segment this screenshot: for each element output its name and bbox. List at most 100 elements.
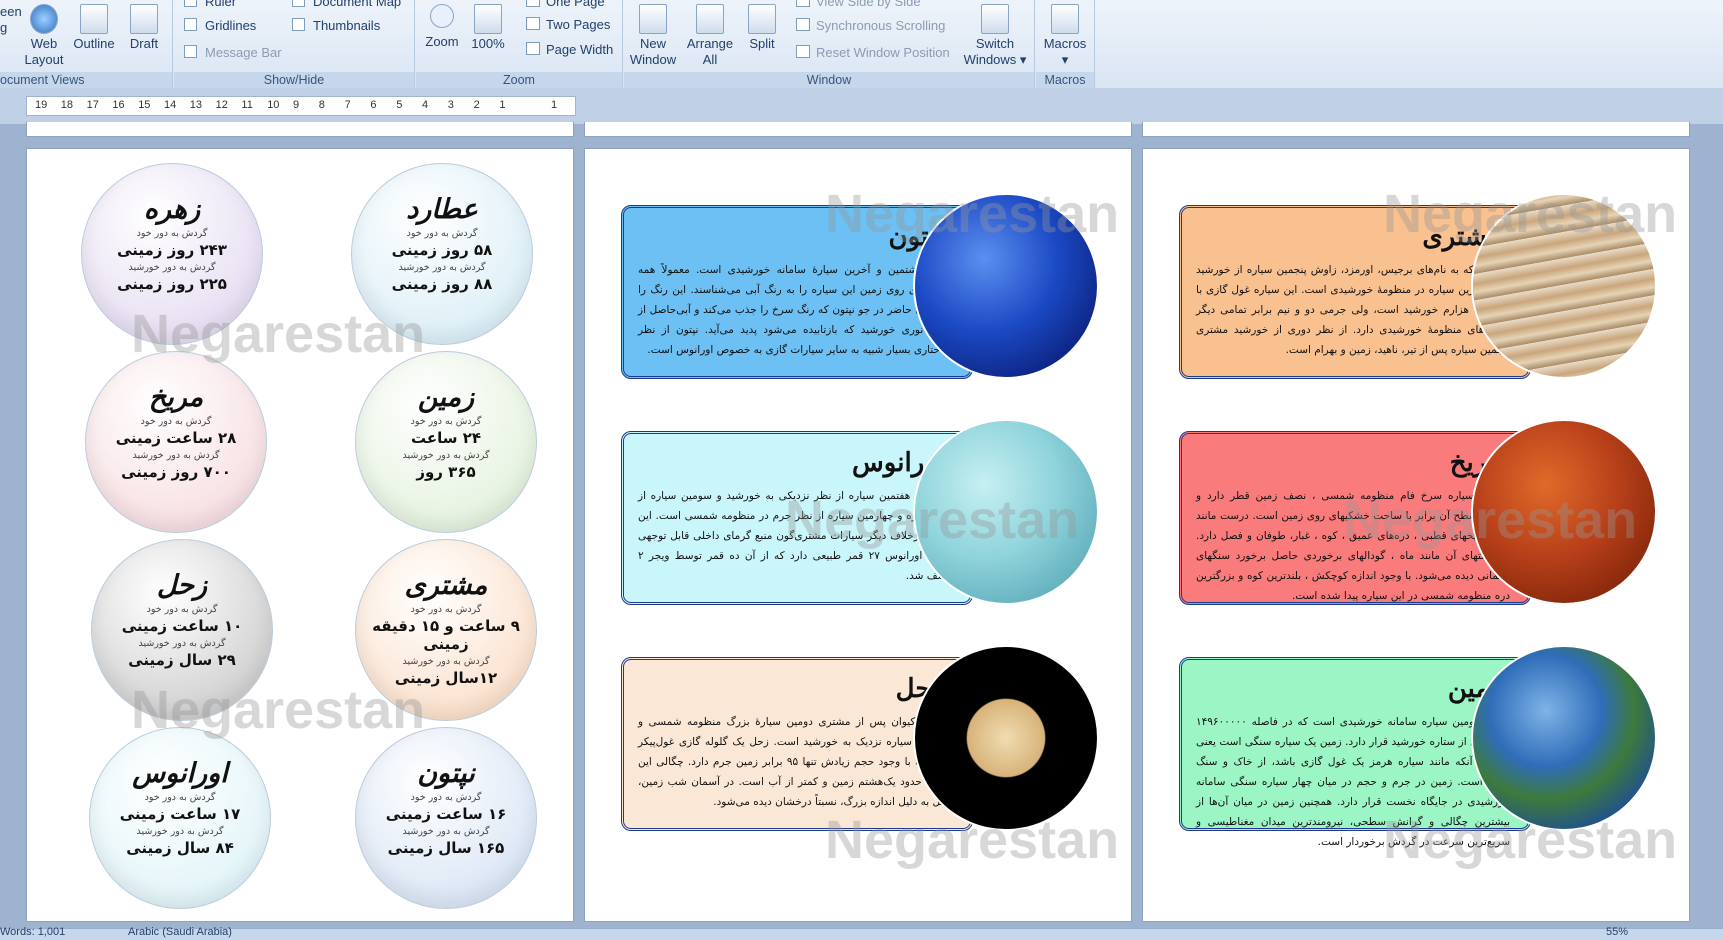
- synchronous-scrolling-button[interactable]: Synchronous Scrolling: [796, 18, 945, 33]
- gridlines-label: Gridlines: [205, 18, 257, 33]
- page-width-button[interactable]: Page Width: [526, 42, 613, 57]
- outline-button[interactable]: Outline: [70, 4, 118, 52]
- one-page-button[interactable]: One Page: [526, 0, 605, 9]
- arrange-all-label: Arrange All: [686, 36, 734, 67]
- split-button[interactable]: Split: [742, 4, 782, 52]
- zoom-level[interactable]: 55%: [1606, 926, 1628, 938]
- horizontal-ruler[interactable]: 19 18 17 16 15 14 13 12 11 10 9 8 7 6 5 4 3 2 1 1: [26, 96, 576, 116]
- ruler-tick-label: 8: [318, 99, 325, 111]
- planet-stat-circle: مشتری گردش به دور خود ۹ ساعت و ۱۵ دقیقه زم…: [355, 539, 537, 721]
- orbit-value: ۱۶۵ سال زمینی: [387, 839, 505, 857]
- sync-scroll-icon: [796, 18, 810, 31]
- web-layout-label: Web Layout: [24, 36, 64, 67]
- message-bar-checkbox[interactable]: Message Bar: [184, 45, 282, 60]
- new-window-button[interactable]: New Window: [628, 4, 678, 68]
- arrange-all-button[interactable]: Arrange All: [682, 4, 738, 68]
- switch-windows-label: Switch Windows ▾: [963, 36, 1027, 67]
- ruler-tick-label: 13: [189, 99, 203, 111]
- planet-name: زهره: [143, 194, 201, 225]
- planet-globe-image: [915, 195, 1097, 377]
- message-bar-label: Message Bar: [205, 45, 282, 60]
- gridlines-checkbox[interactable]: Gridlines: [184, 18, 256, 33]
- rotation-value: ۲۴۳ روز زمینی: [117, 241, 227, 259]
- ruler-tick-label: 9: [293, 99, 300, 111]
- status-bar: Words: 1,001 Arabic (Saudi Arabia) 55%: [0, 926, 1723, 940]
- rotation-value: ۲۴ ساعت: [410, 429, 482, 447]
- macros-label: Macros ▾: [1043, 36, 1087, 67]
- ruler-tick-label: 2: [473, 99, 480, 111]
- page-100-icon: [474, 4, 502, 34]
- planet-globe-image: [1473, 421, 1655, 603]
- rotation-label: گردش به دور خود: [136, 228, 208, 239]
- planet-name: عطارد: [406, 194, 478, 225]
- rotation-value: ۱۷ ساعت زمینی: [119, 805, 241, 823]
- sync-scroll-label: Synchronous Scrolling: [816, 18, 946, 33]
- view-side-by-side-button[interactable]: View Side by Side: [796, 0, 921, 9]
- zoom-100-button[interactable]: 100%: [468, 4, 508, 52]
- planet-globe-image: [1473, 195, 1655, 377]
- planet-globe-image: [915, 647, 1097, 829]
- ruler-tick-label: 5: [396, 99, 403, 111]
- window-group: New Window Arrange All Split View Side b…: [624, 0, 1035, 88]
- macros-button[interactable]: Macros ▾: [1040, 4, 1090, 68]
- page-top-edge: [584, 122, 1132, 137]
- document-map-checkbox[interactable]: Document Map: [292, 0, 401, 9]
- planet-name: زمین: [417, 382, 475, 413]
- show-hide-group: Ruler Gridlines Message Bar Document Map…: [174, 0, 415, 88]
- rotation-value: ۱۰ ساعت زمینی: [121, 617, 243, 635]
- ruler-checkbox[interactable]: Ruler: [184, 0, 236, 9]
- document-map-label: Document Map: [313, 0, 402, 9]
- planet-stat-circle: عطارد گردش به دور خود ۵۸ روز زمینی گردش به …: [351, 163, 533, 345]
- side-by-side-icon: [796, 0, 810, 7]
- orbit-label: گردش به دور خورشید: [138, 638, 226, 649]
- page-planet-stats: زهره گردش به دور خود ۲۴۳ روز زمینی گردش به …: [26, 148, 574, 922]
- planet-stat-circle: نپتون گردش به دور خود ۱۶ ساعت زمینی گردش به…: [355, 727, 537, 909]
- reset-pos-label: Reset Window Position: [816, 45, 950, 60]
- planet-card-description: زُحَل یا کیوان پس از مشتری دومین سیارهٔ …: [638, 716, 953, 808]
- ruler-check-icon: [184, 0, 197, 7]
- rotation-label: گردش به دور خود: [146, 604, 218, 615]
- language-indicator[interactable]: Arabic (Saudi Arabia): [128, 926, 232, 938]
- window-group-label: Window: [624, 72, 1034, 88]
- orbit-value: ۳۶۵ روز: [416, 463, 476, 481]
- switch-windows-button[interactable]: Switch Windows ▾: [962, 4, 1028, 68]
- zoom-button[interactable]: Zoom: [424, 4, 460, 50]
- word-count[interactable]: Words: 1,001: [0, 926, 65, 938]
- rotation-value: ۱۶ ساعت زمینی: [385, 805, 507, 823]
- web-layout-button[interactable]: Web Layout: [22, 4, 66, 68]
- rotation-label: گردش به دور خود: [406, 228, 478, 239]
- one-page-label: One Page: [546, 0, 605, 9]
- draft-icon: [130, 4, 158, 34]
- web-layout-icon: [30, 4, 58, 34]
- thumbnails-checkbox[interactable]: Thumbnails: [292, 18, 380, 33]
- page-width-label: Page Width: [546, 42, 614, 57]
- page-outer-planets: نپتون نپتون هشتمین و آخرین سیارهٔ سامانه …: [584, 148, 1132, 922]
- orbit-label: گردش به دور خورشید: [136, 826, 224, 837]
- orbit-value: ۲۲۵ روز زمینی: [117, 275, 227, 293]
- reset-window-position-button[interactable]: Reset Window Position: [796, 45, 950, 60]
- macros-icon: [1051, 4, 1079, 34]
- ruler-tick-label: 16: [112, 99, 125, 111]
- zoom-group: Zoom 100% One Page Two Pages Page Width …: [416, 0, 623, 88]
- orbit-value: ۸۸ روز زمینی: [391, 275, 493, 293]
- two-pages-button[interactable]: Two Pages: [526, 17, 610, 32]
- rotation-value: ۹ ساعت و ۱۵ دقیقه زمینی: [372, 617, 520, 653]
- rotation-value: ۲۸ ساعت زمینی: [115, 429, 237, 447]
- two-pages-icon: [526, 17, 540, 30]
- outline-icon: [80, 4, 108, 34]
- draft-button[interactable]: Draft: [124, 4, 164, 52]
- arrange-all-icon: [696, 4, 724, 34]
- orbit-label: گردش به دور خورشید: [398, 262, 486, 273]
- new-window-label: New Window: [629, 36, 677, 67]
- planet-name: اورانوس: [132, 758, 228, 789]
- planet-card-description: نپتون هشتمین و آخرین سیارهٔ سامانه خورشی…: [638, 264, 952, 356]
- full-screen-reading-button[interactable]: een g: [0, 4, 22, 36]
- orbit-label: گردش به دور خورشید: [128, 262, 216, 273]
- rotation-label: گردش به دور خود: [144, 792, 216, 803]
- ruler-tick-label: 3: [447, 99, 454, 111]
- page-top-edge: [26, 122, 574, 137]
- magnifier-icon: [430, 4, 454, 28]
- ruler-tick-label: 10: [267, 99, 280, 111]
- ruler-tick-label: 19: [35, 99, 48, 111]
- planet-card-description: مُشتَری که به نام‌های برجیس، اورمزد، زاو…: [1196, 264, 1510, 356]
